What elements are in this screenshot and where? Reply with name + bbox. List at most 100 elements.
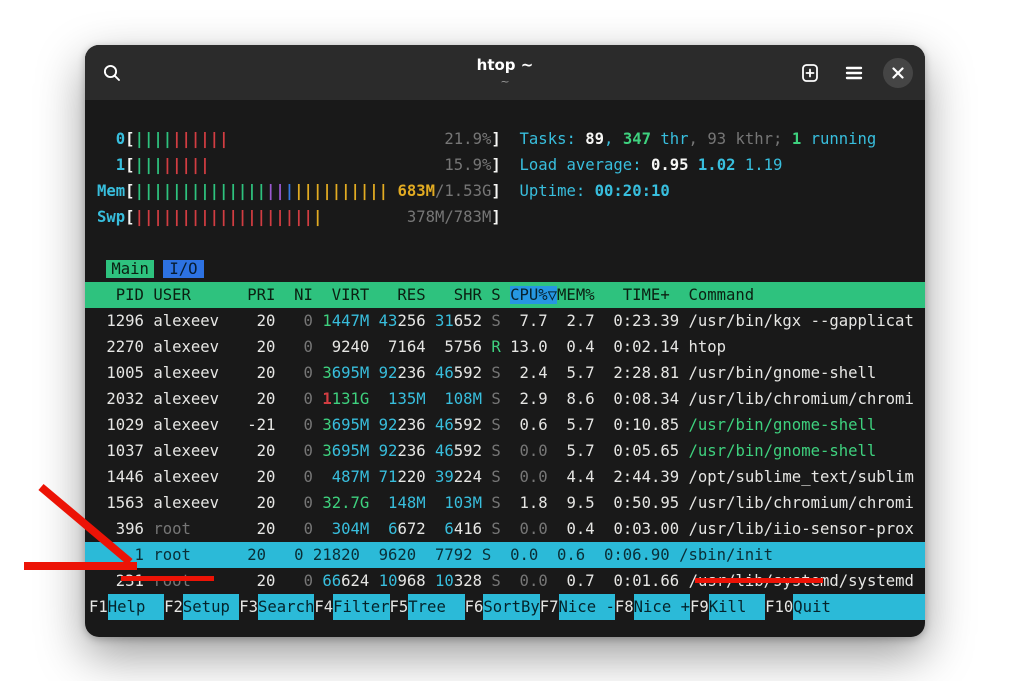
text-segment: 00:20:10	[595, 182, 670, 200]
close-icon[interactable]	[883, 58, 913, 88]
text-segment	[426, 468, 435, 486]
process-row-1037[interactable]: 1037 alexeev 20 0 3695M 92236 46592 S 0.…	[85, 438, 925, 464]
text-segment: 1029 alexeev -21	[97, 416, 285, 434]
text-segment: [	[125, 182, 134, 200]
text-segment: PID USER PRI NI VIRT RES SHR S	[97, 286, 510, 304]
text-segment: 108M	[426, 390, 482, 408]
fkey-f7[interactable]: F7	[540, 594, 559, 620]
text-segment: 695M	[332, 364, 370, 382]
process-row-1446[interactable]: 1446 alexeev 20 0 487M 71220 39224 S 0.0…	[85, 464, 925, 490]
fkey-f10[interactable]: F10	[765, 594, 793, 620]
fkey-label-f2[interactable]: Setup	[183, 594, 239, 620]
fkey-label-f10[interactable]: Quit	[793, 594, 925, 620]
titlebar: htop ~ ~	[85, 45, 925, 100]
process-row-1005[interactable]: 1005 alexeev 20 0 3695M 92236 46592 S 2.…	[85, 360, 925, 386]
text-segment: 92	[379, 416, 398, 434]
fkey-label-f4[interactable]: Filter	[333, 594, 389, 620]
fkey-f9[interactable]: F9	[690, 594, 709, 620]
text-segment: 10	[435, 572, 454, 590]
text-segment: 0	[285, 416, 313, 434]
text-segment: 6	[379, 520, 398, 538]
text-segment: 2.9 8.6 0:08.34	[501, 390, 689, 408]
fkey-f4[interactable]: F4	[314, 594, 333, 620]
screen-tabs: Main I/O	[85, 256, 925, 282]
text-segment: 0.6 5.7 0:10.85	[501, 416, 689, 434]
text-segment: 695M	[332, 442, 370, 460]
text-segment: 71	[379, 468, 398, 486]
process-row-396[interactable]: 396 root 20 0 304M 6672 6416 S 0.0 0.4 0…	[85, 516, 925, 542]
text-segment	[322, 208, 407, 226]
text-segment	[501, 442, 510, 460]
text-segment	[313, 572, 322, 590]
fkey-label-f5[interactable]: Tree	[408, 594, 464, 620]
fkey-f2[interactable]: F2	[164, 594, 183, 620]
text-segment	[689, 156, 698, 174]
fkey-label-f1[interactable]: Help	[108, 594, 164, 620]
process-row-1029[interactable]: 1029 alexeev -21 0 3695M 92236 46592 S 0…	[85, 412, 925, 438]
terminal-screen: 0[|||||||||| 21.9%] Tasks: 89, 347 thr, …	[85, 100, 925, 620]
process-row-2270[interactable]: 2270 alexeev 20 0 9240 7164 5756 R 13.0 …	[85, 334, 925, 360]
text-segment: /usr/bin/kgx --gapplicat	[689, 312, 914, 330]
text-segment: 9240 7164 5756	[313, 338, 491, 356]
text-segment: 1	[97, 156, 125, 174]
text-segment: 220	[397, 468, 425, 486]
text-segment: root	[153, 572, 191, 590]
text-segment: 624	[341, 572, 369, 590]
process-row-1563[interactable]: 1563 alexeev 20 0 32.7G 148M 103M S 1.8 …	[85, 490, 925, 516]
text-segment: /usr/bin/gnome-shell	[689, 416, 877, 434]
text-segment: ||||||||||	[294, 182, 388, 200]
text-segment: ]	[491, 182, 500, 200]
text-segment: ,	[604, 130, 623, 148]
fkey-label-f7[interactable]: Nice -	[559, 594, 615, 620]
tab-io[interactable]: I/O	[163, 260, 203, 278]
text-segment: 1563 alexeev 20	[97, 494, 285, 512]
text-segment: 46	[435, 364, 454, 382]
menu-icon[interactable]	[839, 58, 869, 88]
text-segment: ]	[491, 130, 500, 148]
text-segment: 0	[285, 468, 313, 486]
fkey-label-f9[interactable]: Kill	[709, 594, 765, 620]
text-segment: 683M	[397, 182, 435, 200]
text-segment: 6	[435, 520, 454, 538]
fkey-f5[interactable]: F5	[390, 594, 409, 620]
text-segment: 0	[285, 520, 313, 538]
text-segment	[97, 260, 106, 278]
text-segment: 968	[397, 572, 425, 590]
text-segment: 487M	[313, 468, 369, 486]
fkey-label-f6[interactable]: SortBy	[483, 594, 539, 620]
text-segment: ,	[689, 130, 708, 148]
fkey-label-f3[interactable]: Search	[258, 594, 314, 620]
text-segment: 3	[322, 416, 331, 434]
text-segment: 1	[792, 130, 801, 148]
text-segment: 0.95	[651, 156, 689, 174]
process-row-1-selected[interactable]: 1 root 20 0 21820 9620 7792 S 0.0 0.6 0:…	[85, 542, 925, 568]
process-row-231[interactable]: 231 root 20 0 66624 10968 10328 S 0.0 0.…	[85, 568, 925, 594]
text-segment: 4.4 2:44.39	[548, 468, 689, 486]
tab-main[interactable]: Main	[106, 260, 154, 278]
console-window: htop ~ ~	[85, 45, 925, 637]
text-segment	[369, 416, 378, 434]
process-row-2032[interactable]: 2032 alexeev 20 0 1131G 135M 108M S 2.9 …	[85, 386, 925, 412]
fkey-f3[interactable]: F3	[239, 594, 258, 620]
text-segment: Load average:	[520, 156, 651, 174]
meter-swp: Swp[|||||||||||||||||||| 378M/783M]	[85, 204, 925, 230]
text-segment: 672	[397, 520, 425, 538]
search-icon[interactable]	[97, 58, 127, 88]
meter-mem: Mem[||||||||||||||||||||||||||| 683M/1.5…	[85, 178, 925, 204]
text-segment: /usr/lib/chromium/chromi	[689, 390, 914, 408]
fkey-f6[interactable]: F6	[465, 594, 484, 620]
text-segment: /opt/sublime_text/sublim	[689, 468, 914, 486]
text-segment: 148M	[369, 494, 425, 512]
fkey-f8[interactable]: F8	[615, 594, 634, 620]
text-segment	[154, 260, 163, 278]
fkey-bar[interactable]: F1Help F2Setup F3SearchF4FilterF5Tree F6…	[85, 594, 925, 620]
fkey-label-f8[interactable]: Nice +	[634, 594, 690, 620]
table-header[interactable]: PID USER PRI NI VIRT RES SHR S CPU%▽MEM%…	[85, 282, 925, 308]
text-segment: 0	[97, 130, 125, 148]
text-segment	[228, 130, 444, 148]
process-row-1296[interactable]: 1296 alexeev 20 0 1447M 43256 31652 S 7.…	[85, 308, 925, 334]
text-segment: /usr/lib/systemd/systemd	[689, 572, 914, 590]
new-tab-icon[interactable]	[795, 58, 825, 88]
text-segment: 1446 alexeev 20	[97, 468, 285, 486]
fkey-f1[interactable]: F1	[89, 594, 108, 620]
